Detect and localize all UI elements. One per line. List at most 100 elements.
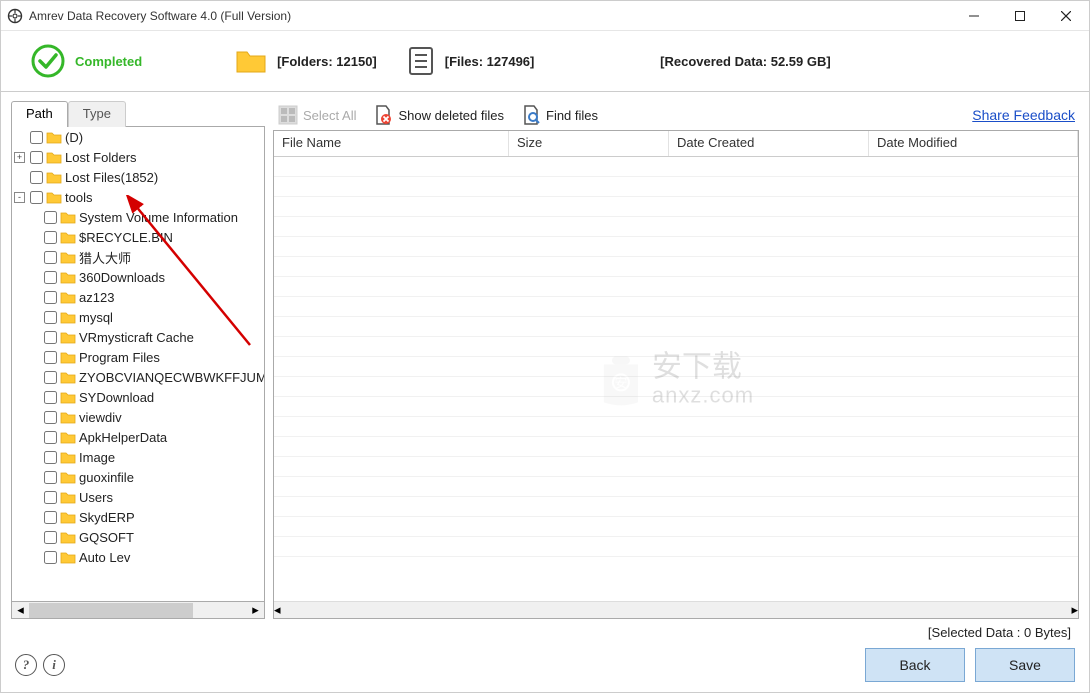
tree-item-checkbox[interactable]	[44, 231, 57, 244]
grid-horizontal-scrollbar[interactable]: ◂ ▸	[274, 601, 1078, 618]
tree-item[interactable]: 猎人大师	[12, 247, 264, 267]
grid-row	[274, 237, 1078, 257]
tree-item[interactable]: (D)	[12, 127, 264, 147]
tree-item[interactable]: VRmysticraft Cache	[12, 327, 264, 347]
column-file-name[interactable]: File Name	[274, 131, 509, 156]
tree-item-label: SYDownload	[79, 390, 154, 405]
grid-body[interactable]: 安 安下载 anxz.com	[274, 157, 1078, 601]
back-button[interactable]: Back	[865, 648, 965, 682]
tree-item-label: Lost Files(1852)	[65, 170, 158, 185]
tree-item-checkbox[interactable]	[44, 291, 57, 304]
column-date-modified[interactable]: Date Modified	[869, 131, 1078, 156]
file-icon	[407, 46, 435, 76]
tree-item-label: Lost Folders	[65, 150, 137, 165]
tree-item-checkbox[interactable]	[44, 471, 57, 484]
tree-item-checkbox[interactable]	[44, 411, 57, 424]
close-button[interactable]	[1043, 1, 1089, 31]
tree-tabs: Path Type	[11, 100, 265, 126]
tree-item[interactable]: System Volume Information	[12, 207, 264, 227]
tree-item-label: 猎人大师	[79, 248, 131, 267]
tree-item-checkbox[interactable]	[30, 191, 43, 204]
scroll-left-icon[interactable]: ◂	[274, 602, 281, 618]
file-list-panel: Select All Show deleted files Find files…	[273, 100, 1079, 619]
tree-item-checkbox[interactable]	[44, 391, 57, 404]
grid-row	[274, 477, 1078, 497]
tree-item[interactable]: GQSOFT	[12, 527, 264, 547]
tree-item[interactable]: viewdiv	[12, 407, 264, 427]
tree-item-checkbox[interactable]	[30, 171, 43, 184]
tab-path[interactable]: Path	[11, 101, 68, 127]
tree-item[interactable]: ZYOBCVIANQECWBWKFFJUMX	[12, 367, 264, 387]
tree-item[interactable]: $RECYCLE.BIN	[12, 227, 264, 247]
tree-item-label: viewdiv	[79, 410, 122, 425]
tree-item-checkbox[interactable]	[44, 551, 57, 564]
tree-item-label: Program Files	[79, 350, 160, 365]
tab-type[interactable]: Type	[68, 101, 126, 127]
tree-item-checkbox[interactable]	[44, 271, 57, 284]
save-button[interactable]: Save	[975, 648, 1075, 682]
tree-expander-icon[interactable]: +	[14, 152, 25, 163]
tree-item[interactable]: - tools	[12, 187, 264, 207]
tree-item-checkbox[interactable]	[44, 451, 57, 464]
tree-item-checkbox[interactable]	[44, 251, 57, 264]
maximize-button[interactable]	[997, 1, 1043, 31]
tree-item-checkbox[interactable]	[44, 371, 57, 384]
tree-item[interactable]: 360Downloads	[12, 267, 264, 287]
grid-row	[274, 497, 1078, 517]
find-files-button[interactable]: Find files	[520, 104, 598, 126]
tree-item[interactable]: Auto Lev	[12, 547, 264, 567]
tree-item[interactable]: ApkHelperData	[12, 427, 264, 447]
deleted-file-icon	[372, 104, 394, 126]
tree-item-checkbox[interactable]	[44, 431, 57, 444]
tree-item-checkbox[interactable]	[30, 131, 43, 144]
tree-horizontal-scrollbar[interactable]: ◂ ▸	[11, 602, 265, 619]
tree-item-checkbox[interactable]	[44, 511, 57, 524]
tree-item-checkbox[interactable]	[44, 331, 57, 344]
tree-item-label: tools	[65, 190, 92, 205]
window-titlebar: Amrev Data Recovery Software 4.0 (Full V…	[1, 1, 1089, 31]
folders-stat: [Folders: 12150]	[235, 48, 377, 74]
files-stat: [Files: 127496]	[407, 46, 535, 76]
tree-item-label: ZYOBCVIANQECWBWKFFJUMX	[79, 370, 265, 385]
tree-item[interactable]: + Lost Folders	[12, 147, 264, 167]
tree-item[interactable]: mysql	[12, 307, 264, 327]
tree-item[interactable]: Users	[12, 487, 264, 507]
selected-data-label: [Selected Data : 0 Bytes]	[15, 625, 1075, 640]
tree-item[interactable]: SYDownload	[12, 387, 264, 407]
tree-item[interactable]: SkydERP	[12, 507, 264, 527]
help-button[interactable]: ?	[15, 654, 37, 676]
minimize-button[interactable]	[951, 1, 997, 31]
tree-item[interactable]: az123	[12, 287, 264, 307]
scroll-right-icon[interactable]: ▸	[1071, 602, 1078, 618]
status-header: Completed [Folders: 12150] [Files: 12749…	[1, 31, 1089, 91]
scroll-left-icon[interactable]: ◂	[12, 603, 29, 618]
tree-item[interactable]: guoxinfile	[12, 467, 264, 487]
tree-item-checkbox[interactable]	[44, 531, 57, 544]
share-feedback-link[interactable]: Share Feedback	[972, 107, 1075, 123]
tree-item-label: mysql	[79, 310, 113, 325]
tree-item-checkbox[interactable]	[44, 491, 57, 504]
tree-item[interactable]: Lost Files(1852)	[12, 167, 264, 187]
tree-item[interactable]: Program Files	[12, 347, 264, 367]
files-label: [Files: 127496]	[445, 54, 535, 69]
show-deleted-button[interactable]: Show deleted files	[372, 104, 504, 126]
tree-item-label: 360Downloads	[79, 270, 165, 285]
scroll-thumb[interactable]	[29, 603, 193, 618]
tree-item[interactable]: Image	[12, 447, 264, 467]
recovered-stat: [Recovered Data: 52.59 GB]	[660, 54, 831, 69]
folder-tree[interactable]: (D) + Lost Folders Lost Files(1852) - tools Sy…	[11, 126, 265, 602]
scroll-right-icon[interactable]: ▸	[247, 603, 264, 618]
tree-item-label: Image	[79, 450, 115, 465]
tree-item-checkbox[interactable]	[44, 351, 57, 364]
tree-item-label: Auto Lev	[79, 550, 130, 565]
info-button[interactable]: i	[43, 654, 65, 676]
column-date-created[interactable]: Date Created	[669, 131, 869, 156]
tree-item-label: System Volume Information	[79, 210, 238, 225]
completed-status: Completed	[29, 42, 142, 80]
column-size[interactable]: Size	[509, 131, 669, 156]
tree-expander-icon[interactable]: -	[14, 192, 25, 203]
tree-item-checkbox[interactable]	[44, 211, 57, 224]
tree-item-checkbox[interactable]	[44, 311, 57, 324]
grid-row	[274, 277, 1078, 297]
tree-item-checkbox[interactable]	[30, 151, 43, 164]
